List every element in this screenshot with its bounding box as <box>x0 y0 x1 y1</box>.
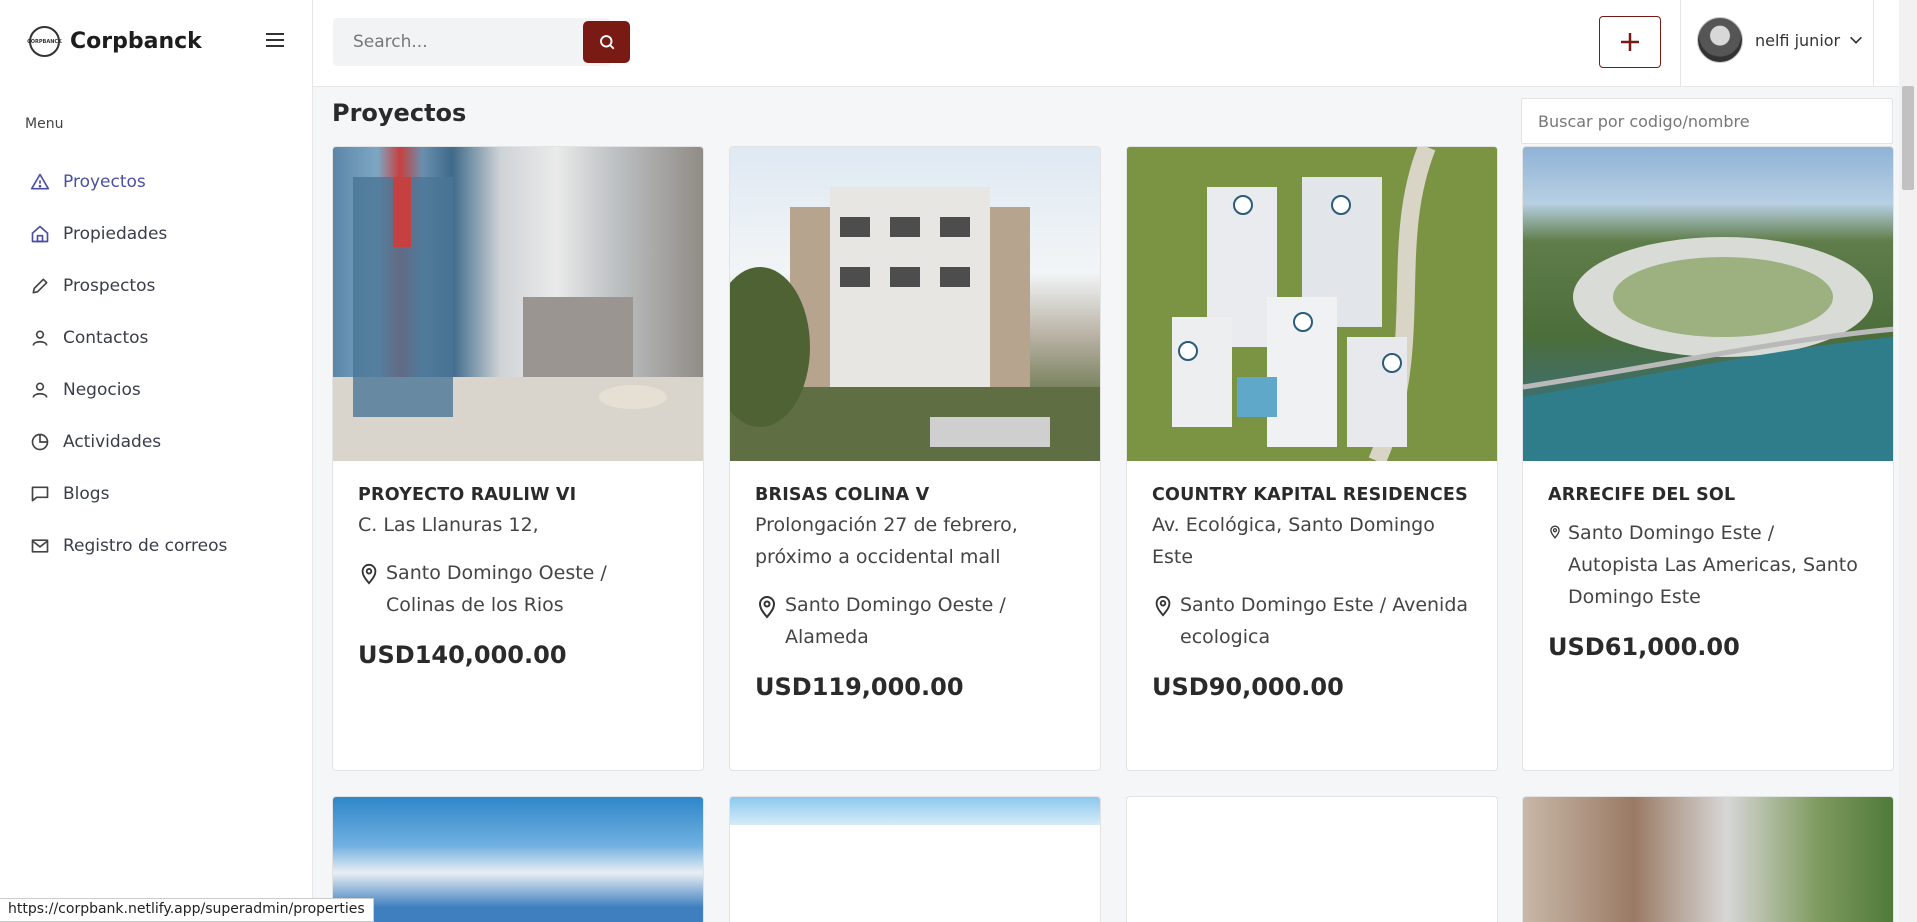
card-body: PROYECTO RAULIW VI C. Las Llanuras 12, S… <box>358 485 678 669</box>
user-name: nelfi junior <box>1755 30 1841 50</box>
sidebar-item-label: Prospectos <box>63 276 156 296</box>
page-title: Proyectos <box>332 99 467 127</box>
project-card[interactable]: ARRECIFE DEL SOL Santo Domingo Este / Au… <box>1522 146 1894 771</box>
project-card[interactable] <box>729 796 1101 922</box>
topbar: nelfi junior <box>313 0 1917 87</box>
brand-name: Corpbanck <box>70 29 202 54</box>
project-image <box>1523 797 1893 922</box>
pie-chart-icon <box>29 431 51 453</box>
card-title: BRISAS COLINA V <box>755 485 930 505</box>
sidebar-item-actividades[interactable]: Actividades <box>0 416 312 468</box>
card-price: USD61,000.00 <box>1548 633 1740 661</box>
card-address: Av. Ecológica, Santo Domingo Este <box>1152 514 1435 568</box>
sidebar-item-label: Contactos <box>63 328 149 348</box>
pencil-icon <box>29 275 51 297</box>
project-image <box>730 147 1100 461</box>
card-location: Santo Domingo Este / Autopista Las Ameri… <box>1548 517 1868 613</box>
project-card[interactable] <box>332 796 704 922</box>
card-location: Santo Domingo Oeste / Colinas de los Rio… <box>358 557 678 621</box>
sidebar-item-negocios[interactable]: Negocios <box>0 364 312 416</box>
card-body: ARRECIFE DEL SOL Santo Domingo Este / Au… <box>1548 485 1868 661</box>
mail-icon <box>29 535 51 557</box>
sidebar-item-label: Actividades <box>63 432 162 452</box>
project-card[interactable]: COUNTRY KAPITAL RESIDENCES Av. Ecológica… <box>1126 146 1498 771</box>
card-address: Prolongación 27 de febrero, próximo a oc… <box>755 514 1018 568</box>
card-location-text: Santo Domingo Este / Autopista Las Ameri… <box>1568 522 1858 608</box>
search-button[interactable] <box>583 21 630 63</box>
brand-logo-icon: CORPBANCK <box>27 26 62 57</box>
brand-logo-text: CORPBANCK <box>27 38 62 45</box>
project-image <box>730 797 1100 825</box>
card-body: COUNTRY KAPITAL RESIDENCES Av. Ecológica… <box>1152 485 1472 701</box>
card-title: PROYECTO RAULIW VI <box>358 485 577 505</box>
project-card[interactable]: BRISAS COLINA V Prolongación 27 de febre… <box>729 146 1101 771</box>
plus-icon <box>1621 33 1639 51</box>
sidebar-item-contactos[interactable]: Contactos <box>0 312 312 364</box>
sidebar-item-label: Propiedades <box>63 224 168 244</box>
card-location-text: Santo Domingo Oeste / Colinas de los Rio… <box>386 562 607 616</box>
divider <box>1873 0 1874 87</box>
card-price: USD140,000.00 <box>358 641 567 669</box>
card-location-text: Santo Domingo Oeste / Alameda <box>785 594 1006 648</box>
sidebar-item-label: Negocios <box>63 380 141 400</box>
project-card[interactable] <box>1522 796 1894 922</box>
sidebar-item-proyectos[interactable]: Proyectos <box>0 156 312 208</box>
brand[interactable]: CORPBANCK Corpbanck <box>27 26 202 57</box>
search-input[interactable] <box>333 18 558 66</box>
chevron-down-icon <box>1850 36 1863 44</box>
warning-triangle-icon <box>29 171 51 193</box>
home-icon <box>29 223 51 245</box>
map-pin-icon <box>758 596 776 619</box>
project-image <box>1127 147 1497 465</box>
project-card[interactable]: PROYECTO RAULIW VI C. Las Llanuras 12, S… <box>332 146 704 771</box>
card-body: BRISAS COLINA V Prolongación 27 de febre… <box>755 485 1075 701</box>
add-button[interactable] <box>1599 16 1661 68</box>
user-menu[interactable]: nelfi junior <box>1697 17 1864 63</box>
project-image <box>1523 147 1893 461</box>
menu-title: Menu <box>25 116 64 132</box>
sidebar-item-propiedades[interactable]: Propiedades <box>0 208 312 260</box>
search-icon <box>599 35 614 50</box>
card-location: Santo Domingo Oeste / Alameda <box>755 589 1075 653</box>
avatar <box>1697 17 1743 63</box>
user-icon <box>29 327 51 349</box>
project-image <box>333 797 703 922</box>
card-location: Santo Domingo Este / Avenida ecologica <box>1152 589 1472 653</box>
card-price: USD90,000.00 <box>1152 673 1344 701</box>
sidebar-item-prospectos[interactable]: Prospectos <box>0 260 312 312</box>
sidebar-item-label: Proyectos <box>63 172 146 192</box>
project-image <box>333 147 703 461</box>
card-title: COUNTRY KAPITAL RESIDENCES <box>1152 485 1468 505</box>
filter-input[interactable] <box>1521 98 1893 144</box>
map-pin-icon <box>1155 595 1171 617</box>
card-price: USD119,000.00 <box>755 673 964 701</box>
status-url: https://corpbank.netlify.app/superadmin/… <box>0 898 374 922</box>
card-title: ARRECIFE DEL SOL <box>1548 485 1736 505</box>
sidebar-item-registro-de-correos[interactable]: Registro de correos <box>0 520 312 572</box>
card-address: C. Las Llanuras 12, <box>358 514 539 536</box>
divider <box>1680 0 1681 87</box>
page-scrollbar[interactable] <box>1899 0 1917 922</box>
user-icon <box>29 379 51 401</box>
map-pin-icon <box>361 563 377 585</box>
sidebar-item-label: Registro de correos <box>63 536 228 556</box>
search-box <box>333 18 630 66</box>
scrollbar-thumb[interactable] <box>1902 86 1914 190</box>
sidebar-item-label: Blogs <box>63 484 110 504</box>
map-pin-icon <box>1550 525 1560 539</box>
sidebar-item-blogs[interactable]: Blogs <box>0 468 312 520</box>
project-card[interactable] <box>1126 796 1498 922</box>
sidebar-nav: Proyectos Propiedades Prospectos Contact… <box>0 156 312 572</box>
hamburger-menu-icon[interactable] <box>266 33 290 53</box>
chat-bubble-icon <box>29 483 51 505</box>
sidebar: CORPBANCK Corpbanck Menu Proyectos Propi… <box>0 0 313 922</box>
card-location-text: Santo Domingo Este / Avenida ecologica <box>1180 594 1469 648</box>
